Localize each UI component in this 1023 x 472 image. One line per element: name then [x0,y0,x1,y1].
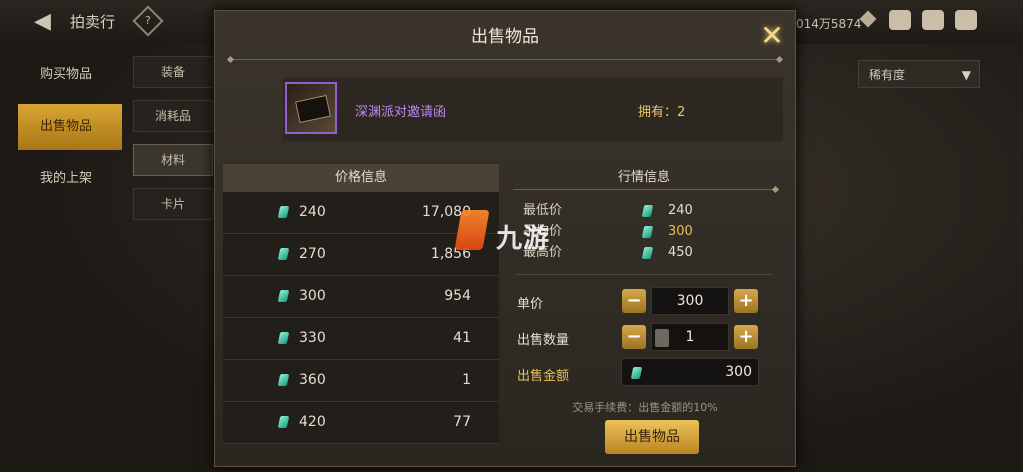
price-cell: 300 [299,288,326,304]
menu-item-sell[interactable]: 出售物品 [18,104,122,150]
category-consumables[interactable]: 消耗品 [133,100,213,132]
total-amount-field: 300 [621,358,759,386]
gem-icon [641,247,654,259]
market-value: 450 [668,245,693,260]
item-name: 深渊派对邀请函 [355,105,447,120]
category-materials[interactable]: 材料 [133,144,213,176]
gem-icon [277,290,290,302]
left-menu: 购买物品 出售物品 我的上架 [18,52,122,208]
price-cell: 270 [299,246,326,262]
gem-icon [277,416,290,428]
item-icon[interactable] [285,82,337,134]
menu-item-my-listings[interactable]: 我的上架 [18,156,122,202]
quantity-cell: 1 [462,372,471,388]
watermark-logo-icon [454,210,490,250]
bag-icon[interactable] [889,10,911,30]
unit-price-minus-button[interactable]: − [622,289,646,313]
gem-icon [277,332,290,344]
currency-amount: 014万5874 [796,17,862,31]
gem-icon [277,206,290,218]
unit-price-plus-button[interactable]: + [734,289,758,313]
calculator-icon[interactable] [655,329,669,347]
rarity-filter-select[interactable]: 稀有度 ▼ [858,60,980,88]
total-amount: 300 [725,364,752,380]
dialog-title: 出售物品 [471,27,539,47]
fee-note: 交易手续费：出售金额的10% [572,401,718,414]
mail-icon[interactable] [922,10,944,30]
market-value: 300 [668,224,693,239]
quantity-minus-button[interactable]: − [622,325,646,349]
close-icon[interactable]: ✕ [755,19,789,53]
gem-icon [277,374,290,386]
quantity-cell: 954 [444,288,471,304]
table-row[interactable]: 420 77 [223,402,499,444]
item-summary: 深渊派对邀请函 拥有：2 [283,77,783,141]
gem-icon [630,367,643,379]
total-label: 出售金额 [517,369,570,384]
quantity-label: 出售数量 [517,333,570,348]
chat-icon[interactable] [955,10,977,30]
price-info-header: 价格信息 [223,164,499,192]
currency-icon [859,10,877,28]
gem-icon [641,226,654,238]
price-cell: 360 [299,372,326,388]
price-cell: 240 [299,204,326,220]
market-info-header: 行情信息 [617,170,670,185]
help-icon[interactable]: ? [132,5,164,37]
form-divider [515,274,773,275]
category-cards[interactable]: 卡片 [133,188,213,220]
rarity-filter-label: 稀有度 [869,68,906,82]
title-divider [231,59,779,60]
gem-icon [277,248,290,260]
menu-item-buy[interactable]: 购买物品 [18,52,122,98]
table-row[interactable]: 330 41 [223,318,499,360]
quantity-plus-button[interactable]: + [734,325,758,349]
back-arrow-icon[interactable]: ◀ [34,10,60,34]
owned-count: 拥有：2 [638,105,686,120]
price-cell: 420 [299,414,326,430]
unit-price-label: 单价 [517,297,544,312]
price-cell: 330 [299,330,326,346]
quantity-cell: 41 [453,330,471,346]
market-value: 240 [668,203,693,218]
gem-icon [641,205,654,217]
page-title: 拍卖行 [70,13,116,31]
table-row[interactable]: 300 954 [223,276,499,318]
sell-button[interactable]: 出售物品 [605,420,699,454]
chevron-down-icon: ▼ [961,68,971,82]
watermark: 九游 [454,206,586,266]
unit-price-input[interactable]: 300 [651,287,729,315]
category-equipment[interactable]: 装备 [133,56,213,88]
market-info-divider [513,189,775,190]
table-row[interactable]: 360 1 [223,360,499,402]
category-menu: 装备 消耗品 材料 卡片 [133,56,213,232]
watermark-text: 九游 [496,224,551,254]
quantity-cell: 77 [453,414,471,430]
